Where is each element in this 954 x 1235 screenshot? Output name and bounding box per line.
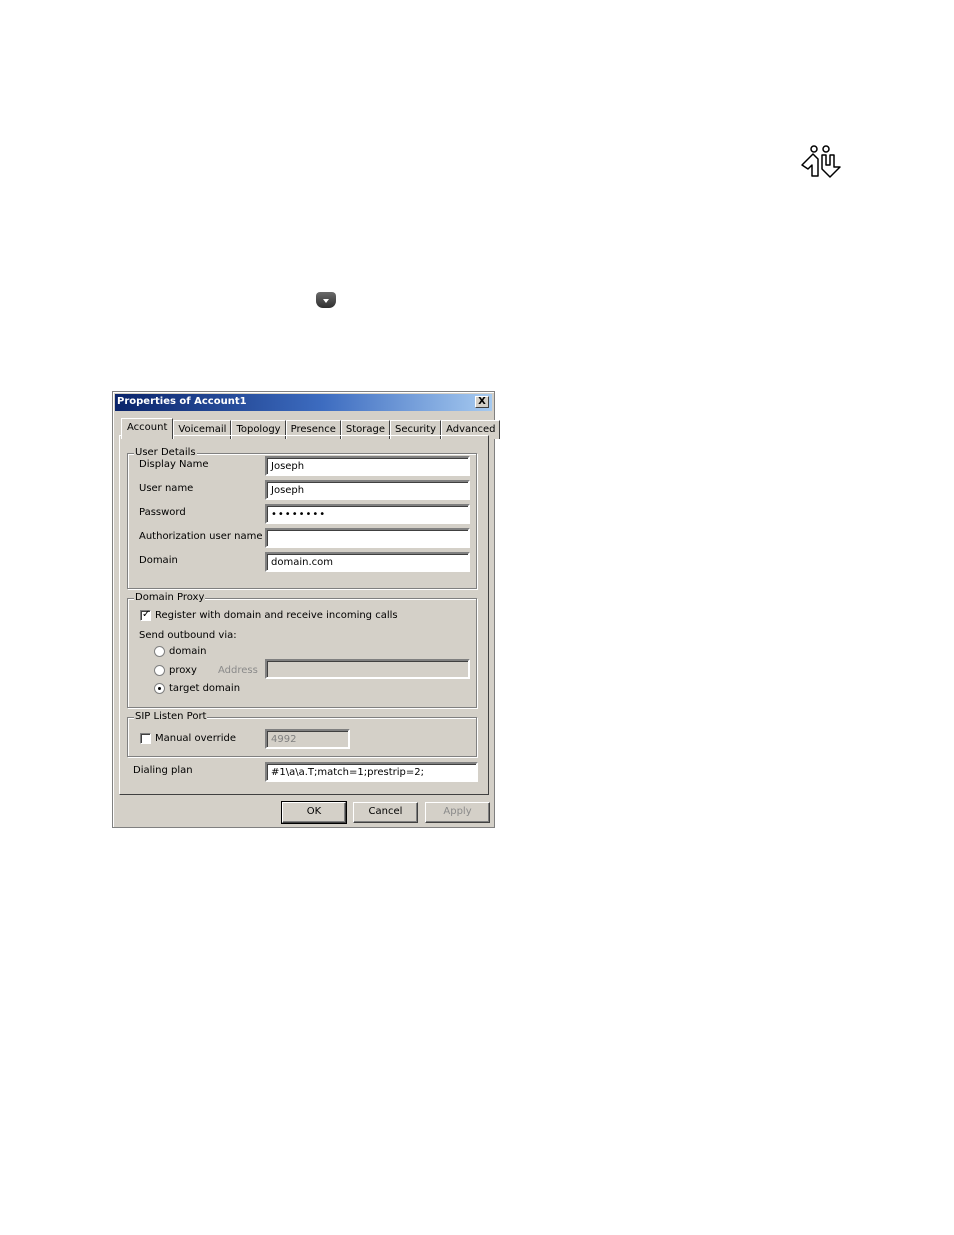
domain-label: Domain bbox=[139, 555, 178, 566]
authorization-user-name-label: Authorization user name bbox=[139, 531, 263, 542]
manual-override-checkbox[interactable] bbox=[140, 733, 151, 744]
domain-field[interactable]: domain.com bbox=[265, 552, 470, 572]
domain-proxy-legend: Domain Proxy bbox=[134, 592, 206, 603]
user-name-field[interactable]: Joseph bbox=[265, 480, 470, 500]
radio-proxy[interactable] bbox=[154, 665, 165, 676]
user-details-legend: User Details bbox=[134, 447, 197, 458]
account-tab-panel: User Details Display Name Joseph User na… bbox=[119, 435, 489, 795]
register-checkbox[interactable]: ✓ bbox=[140, 609, 151, 621]
radio-proxy-label: proxy bbox=[169, 665, 197, 676]
sip-port-field[interactable]: 4992 bbox=[265, 729, 350, 749]
dropdown-menu-icon[interactable] bbox=[316, 292, 336, 308]
authorization-user-name-field[interactable] bbox=[265, 528, 470, 548]
password-label: Password bbox=[139, 507, 186, 518]
dialing-plan-label: Dialing plan bbox=[133, 765, 193, 776]
checkmark-icon: ✓ bbox=[142, 609, 151, 620]
dialing-plan-field[interactable]: #1\a\a.T;match=1;prestrip=2; bbox=[265, 762, 478, 782]
tab-account[interactable]: Account bbox=[121, 418, 174, 439]
close-icon: X bbox=[478, 396, 486, 407]
cancel-button[interactable]: Cancel bbox=[353, 802, 418, 823]
radio-domain-label: domain bbox=[169, 646, 207, 657]
register-label: Register with domain and receive incomin… bbox=[155, 610, 398, 621]
ok-button[interactable]: OK bbox=[281, 801, 347, 824]
close-button[interactable]: X bbox=[475, 396, 489, 408]
address-label: Address bbox=[218, 665, 258, 676]
manual-override-label: Manual override bbox=[155, 733, 237, 744]
display-name-label: Display Name bbox=[139, 459, 209, 470]
password-field[interactable]: •••••••• bbox=[265, 504, 470, 524]
people-arrow-logo-icon bbox=[801, 145, 841, 178]
send-outbound-label: Send outbound via: bbox=[139, 630, 237, 641]
dialog-title: Properties of Account1 bbox=[117, 396, 247, 407]
address-field[interactable] bbox=[265, 659, 470, 679]
radio-target-domain[interactable] bbox=[154, 683, 165, 694]
properties-dialog: Properties of Account1 X Account Voicema… bbox=[112, 391, 501, 828]
apply-button[interactable]: Apply bbox=[425, 802, 490, 823]
radio-domain[interactable] bbox=[154, 646, 165, 657]
radio-target-domain-label: target domain bbox=[169, 683, 241, 694]
dialog-titlebar: Properties of Account1 X bbox=[115, 394, 492, 411]
tab-strip: Account Voicemail Topology Presence Stor… bbox=[121, 418, 501, 439]
user-name-label: User name bbox=[139, 483, 194, 494]
display-name-field[interactable]: Joseph bbox=[265, 456, 470, 476]
sip-listen-port-legend: SIP Listen Port bbox=[134, 711, 208, 722]
